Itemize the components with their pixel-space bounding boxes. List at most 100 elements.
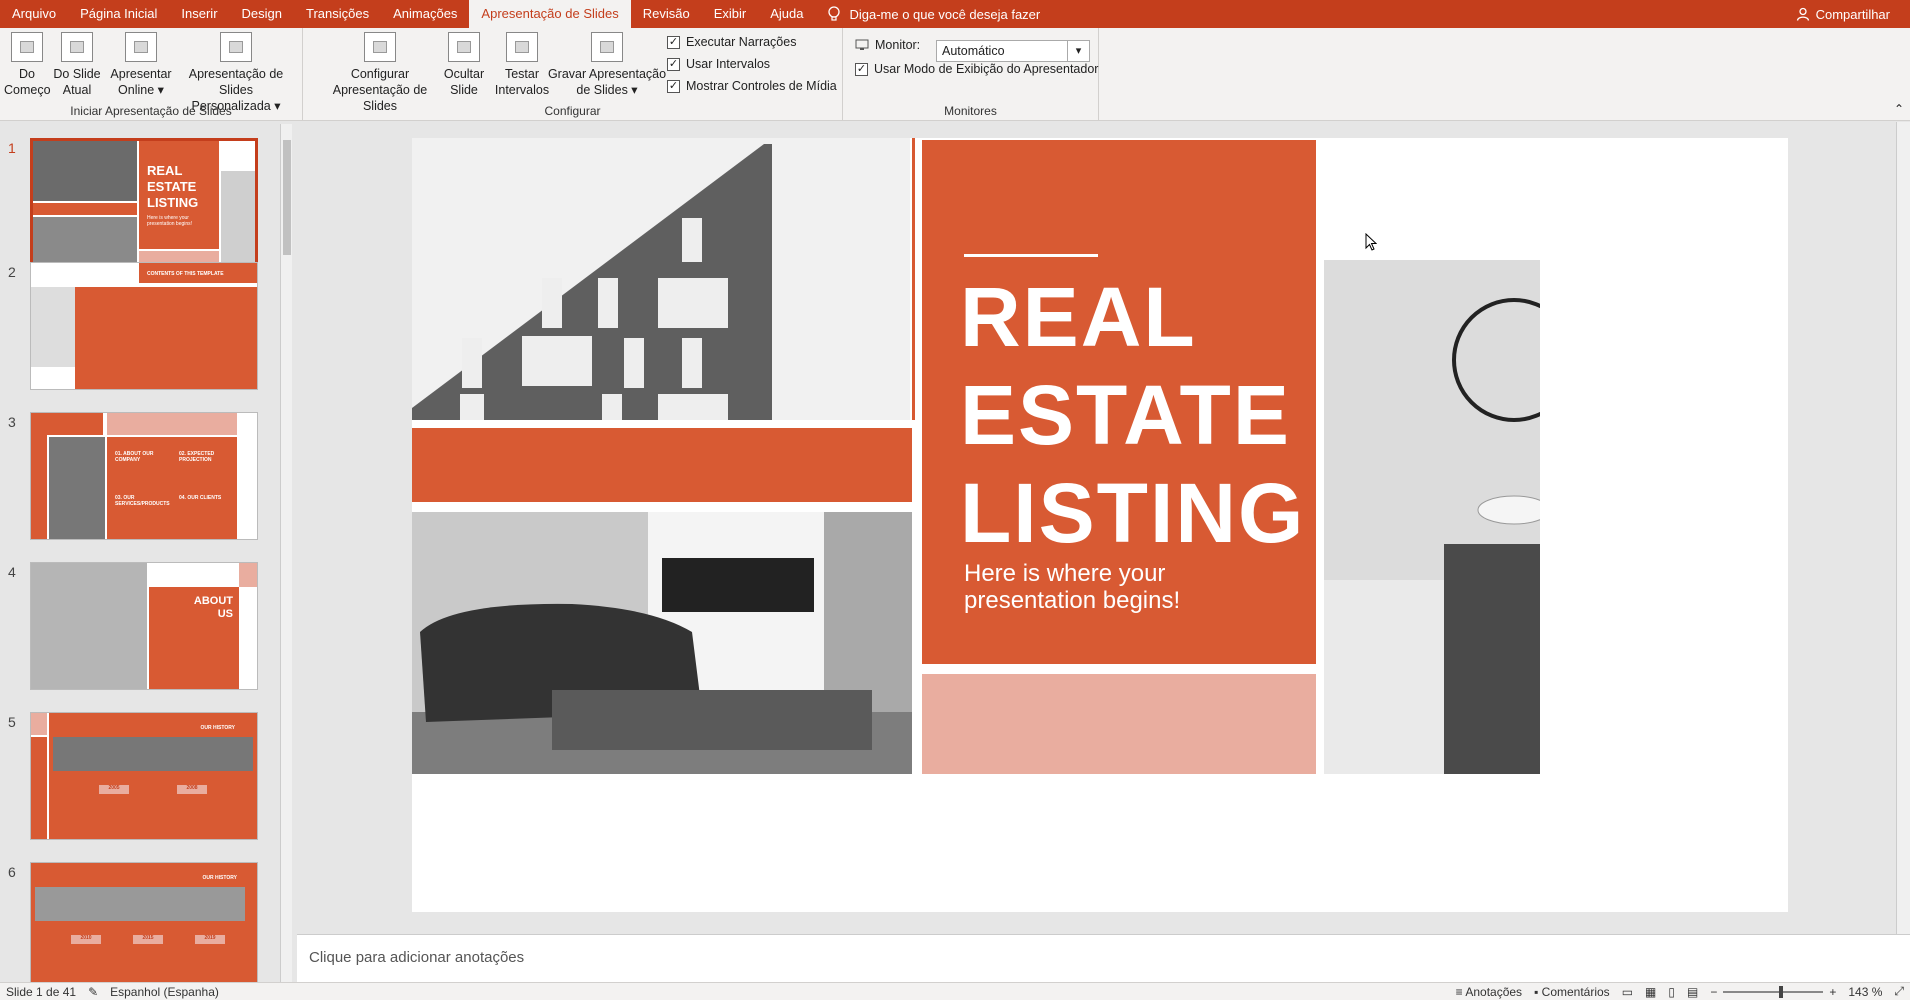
spellcheck-icon[interactable]: ✎ [82,985,104,999]
tab-home[interactable]: Página Inicial [68,0,169,28]
tab-animations[interactable]: Animações [381,0,469,28]
thumb2-title: CONTENTS OF THIS TEMPLATE [139,263,257,283]
slide-canvas[interactable]: REAL ESTATE LISTING Here is where your p… [412,138,1788,912]
slide-thumbnail-pane: 1 REAL ESTATE LISTING Here is where your… [0,122,296,982]
slide-thumbnail-2[interactable]: CONTENTS OF THIS TEMPLATE [30,262,258,390]
fit-slide-icon[interactable]: ⤢ [1888,984,1910,999]
slide-scrollbar[interactable] [1896,122,1910,934]
presenter-view-label: Usar Modo de Exibição do Apresentador [874,62,1099,76]
group-label-setup: Configurar [544,104,601,118]
slide-thumbnail-1[interactable]: REAL ESTATE LISTING Here is where your p… [30,138,258,266]
slide-title-line1: REAL [960,270,1197,364]
zoom-in-icon[interactable]: + [1823,985,1842,999]
setup-icon [364,32,396,62]
custom-show-button[interactable]: Apresentação de Slides Personalizada ▾ [172,32,300,114]
slide-title[interactable]: REAL ESTATE LISTING [960,268,1305,562]
slide-thumbnail-4[interactable]: ABOUT US [30,562,258,690]
zoom-out-icon[interactable]: − [1704,985,1723,999]
slide-thumbnail-5[interactable]: OUR HISTORY 2005 2008 [30,712,258,840]
thumbnail-scrollbar[interactable] [280,124,292,982]
thumb5-left [31,737,47,839]
thumb5-year1: 2005 [99,785,129,794]
tab-file[interactable]: Arquivo [0,0,68,28]
share-button[interactable]: Compartilhar [1796,7,1910,22]
monitor-value: Automático [942,44,1005,58]
thumb3-top [47,413,103,435]
show-media-controls-label: Mostrar Controles de Mídia [686,79,837,93]
slideshow-view-icon[interactable]: ▤ [1681,985,1704,999]
rehearse-line1: Testar [504,67,540,81]
scrollbar-thumb[interactable] [283,140,291,255]
comments-toggle-button[interactable]: ▪ Comentários [1528,985,1616,999]
thumb-number: 5 [8,714,16,730]
tab-insert[interactable]: Inserir [169,0,229,28]
thumb3-content: 01. ABOUT OUR COMPANY 02. EXPECTED PROJE… [107,437,237,539]
from-current-button[interactable]: Do Slide Atual [52,32,102,98]
rehearse-timings-button[interactable]: Testar Intervalos [491,32,553,98]
tab-transitions[interactable]: Transições [294,0,381,28]
slide-thumbnail-6[interactable]: OUR HISTORY 2010 2015 2019 [30,862,258,982]
checkbox-checked-icon: ✓ [667,79,680,93]
thumb-title-1: REAL [147,163,183,178]
present-online-button[interactable]: Apresentar Online ▾ [108,32,174,98]
slide-thumbnail-3[interactable]: 01. ABOUT OUR COMPANY 02. EXPECTED PROJE… [30,412,258,540]
thumb5-pink [31,713,47,735]
monitor-dropdown[interactable]: Automático ▾ [936,40,1090,62]
custom-show-icon [220,32,252,62]
thumb-number: 6 [8,864,16,880]
winter-house-photo [31,563,147,689]
zoom-level[interactable]: 143 % [1842,985,1888,999]
tab-view[interactable]: Exibir [702,0,759,28]
tab-slideshow[interactable]: Apresentação de Slides [469,0,631,28]
ribbon: Do Começo Do Slide Atual Apresentar Onli… [0,28,1910,121]
tell-me-search[interactable]: Diga-me o que você deseja fazer [827,6,1040,22]
zoom-slider-handle[interactable] [1779,985,1784,998]
notes-toggle-button[interactable]: ≡ Anotações [1450,985,1528,999]
thumb2-content [75,287,257,389]
thumb3-item2: 02. EXPECTED PROJECTION [179,451,215,463]
normal-view-icon[interactable]: ▭ [1616,985,1639,999]
thumb6-year2: 2015 [133,935,163,944]
slide-sorter-icon[interactable]: ▦ [1639,985,1662,999]
thumb3-item4: 04. OUR CLIENTS [179,495,222,501]
tab-help[interactable]: Ajuda [758,0,815,28]
tab-design[interactable]: Design [230,0,294,28]
thumb4-pink [239,563,257,587]
bathroom-illustration [1324,298,1540,774]
record-slideshow-button[interactable]: Gravar Apresentação de Slides ▾ [547,32,667,98]
status-bar: Slide 1 de 41 ✎ Espanhol (Espanha) ≡ Ano… [0,982,1910,1000]
notes-pane[interactable]: Clique para adicionar anotações [297,934,1910,982]
tell-me-text: Diga-me o que você deseja fazer [849,6,1041,22]
presenter-view-checkbox[interactable]: ✓ Usar Modo de Exibição do Apresentador [855,62,1098,76]
setup-slideshow-button[interactable]: Configurar Apresentação de Slides [315,32,445,114]
thumb-bar [33,203,137,215]
rehearse-line2: Intervalos [494,83,550,97]
slide-subtitle[interactable]: Here is where your presentation begins! [964,560,1180,614]
reading-view-icon[interactable]: ▯ [1662,985,1681,999]
thumb5-title: OUR HISTORY [200,725,235,731]
bathroom-photo [221,171,255,263]
from-beginning-button[interactable]: Do Começo [4,32,51,98]
use-timings-label: Usar Intervalos [686,57,771,71]
collapse-ribbon-icon[interactable]: ⌃ [1894,102,1904,116]
thumb3-left-bar [31,413,47,539]
building-illustration [412,144,772,420]
show-media-controls-checkbox[interactable]: ✓ Mostrar Controles de Mídia [667,79,837,93]
language-indicator[interactable]: Espanhol (Espanha) [104,985,225,999]
group-setup: Configurar Apresentação de Slides Oculta… [303,28,843,121]
slide-subtitle-line2: presentation begins! [964,587,1181,614]
from-current-line1: Do Slide [53,67,101,81]
hide-slide-button[interactable]: Ocultar Slide [439,32,489,98]
thumb3-pink [107,413,237,435]
title-block: REAL ESTATE LISTING Here is where your p… [922,140,1316,664]
thumb6-block: OUR HISTORY 2010 2015 2019 [31,863,257,982]
play-narrations-checkbox[interactable]: ✓ Executar Narrações [667,35,796,49]
pink-block [922,674,1316,774]
tab-review[interactable]: Revisão [631,0,702,28]
record-line1: Gravar Apresentação [547,67,667,81]
slideshow-start-icon [11,32,43,62]
thumb-title-block: REAL ESTATE LISTING Here is where your p… [139,141,219,249]
zoom-slider[interactable] [1723,985,1824,998]
thumb3-item1: 01. ABOUT OUR COMPANY [115,451,154,463]
use-timings-checkbox[interactable]: ✓ Usar Intervalos [667,57,770,71]
